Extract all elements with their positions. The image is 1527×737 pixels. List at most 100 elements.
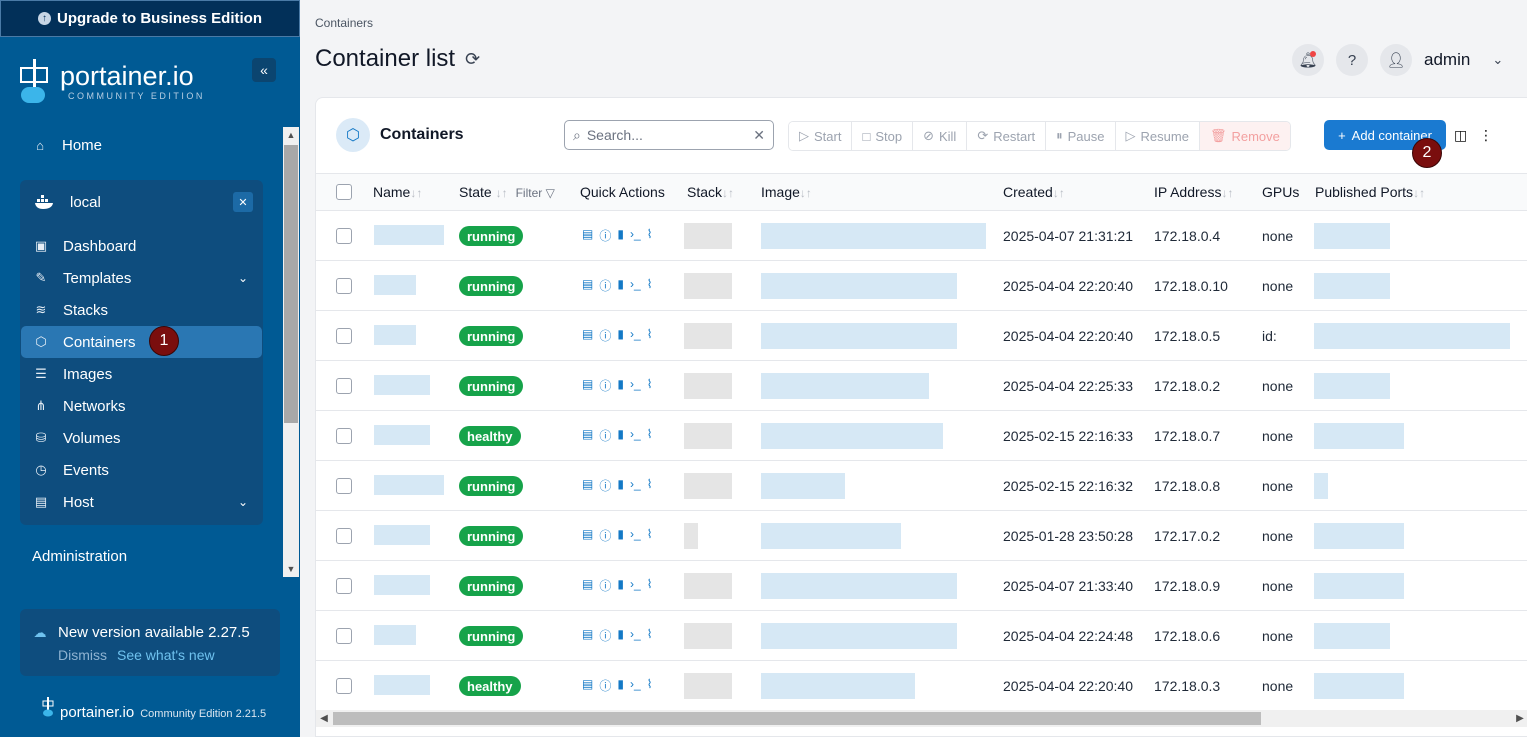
stack-value[interactable] [684,573,732,599]
published-ports-link[interactable] [1314,623,1390,649]
console-icon[interactable]: ›_ [630,227,641,244]
container-name-link[interactable] [374,575,430,595]
sidebar-item-dashboard[interactable]: ▣ Dashboard [21,230,262,262]
help-button[interactable]: ? [1336,44,1368,76]
attach-icon[interactable]: ⌇ [647,627,653,644]
logs-icon[interactable]: ▤ [582,227,593,244]
attach-icon[interactable]: ⌇ [647,527,653,544]
console-icon[interactable]: ›_ [630,477,641,494]
inspect-icon[interactable]: ⓘ [599,277,611,294]
inspect-icon[interactable]: ⓘ [599,627,611,644]
inspect-icon[interactable]: ⓘ [599,227,611,244]
clear-search-icon[interactable]: ✕ [753,127,765,144]
table-row[interactable]: running ▤ ⓘ ▮ ›_ ⌇ 2025-04-04 22:20:40 172.18.0… [316,311,1527,361]
stack-value[interactable] [684,523,698,549]
console-icon[interactable]: ›_ [630,677,641,694]
select-all-checkbox[interactable] [336,184,352,200]
row-checkbox[interactable] [336,328,352,344]
row-checkbox[interactable] [336,278,352,294]
logs-icon[interactable]: ▤ [582,577,593,594]
stack-value[interactable] [684,473,732,499]
column-state[interactable]: State ↓↑ Filter ▽ [459,184,555,200]
console-icon[interactable]: ›_ [630,527,641,544]
column-name[interactable]: Name↓↑ [373,184,422,200]
console-icon[interactable]: ›_ [630,327,641,344]
table-row[interactable]: healthy ▤ ⓘ ▮ ›_ ⌇ 2025-04-04 22:20:40 172.18.0… [316,661,1527,711]
sidebar-item-events[interactable]: ◷ Events [21,454,262,486]
columns-icon[interactable]: ◫ [1454,127,1467,144]
inspect-icon[interactable]: ⓘ [599,677,611,694]
attach-icon[interactable]: ⌇ [647,427,653,444]
logs-icon[interactable]: ▤ [582,677,593,694]
more-options-icon[interactable]: ⋮ [1479,127,1493,144]
stop-button[interactable]: □ Stop [852,122,914,150]
column-created[interactable]: Created↓↑ [1003,184,1065,200]
inspect-icon[interactable]: ⓘ [599,327,611,344]
kill-button[interactable]: ⊘ Kill [913,122,968,150]
username[interactable]: admin [1424,50,1470,70]
console-icon[interactable]: ›_ [630,277,641,294]
stats-icon[interactable]: ▮ [617,277,624,294]
stack-value[interactable] [684,423,732,449]
stats-icon[interactable]: ▮ [617,427,624,444]
image-value[interactable] [761,523,901,549]
table-row[interactable]: running ▤ ⓘ ▮ ›_ ⌇ 2025-04-04 22:25:33 172.18.0… [316,361,1527,411]
resume-button[interactable]: ▷ Resume [1115,122,1200,150]
row-checkbox[interactable] [336,678,352,694]
table-row[interactable]: running ▤ ⓘ ▮ ›_ ⌇ 2025-04-04 22:20:40 172.18.0… [316,261,1527,311]
whats-new-link[interactable]: See what's new [117,647,215,663]
sidebar-item-images[interactable]: ☰ Images [21,358,262,390]
row-checkbox[interactable] [336,478,352,494]
table-row[interactable]: running ▤ ⓘ ▮ ›_ ⌇ 2025-04-04 22:24:48 172.18.0… [316,611,1527,661]
published-ports-link[interactable] [1314,373,1390,399]
stats-icon[interactable]: ▮ [617,227,624,244]
start-button[interactable]: ▷ Start [789,122,853,150]
pause-button[interactable]: ⏸︎ Pause [1046,122,1116,150]
image-value[interactable] [761,623,957,649]
stack-value[interactable] [684,273,732,299]
container-name-link[interactable] [374,475,444,495]
published-ports-link[interactable] [1314,523,1404,549]
sidebar-item-volumes[interactable]: ⛁ Volumes [21,422,262,454]
image-value[interactable] [761,373,929,399]
published-ports-link[interactable] [1314,223,1390,249]
chevron-down-icon[interactable]: ⌄ [1492,52,1503,68]
sidebar-item-templates[interactable]: ✎ Templates ⌄ [21,262,262,294]
sidebar-item-host[interactable]: ▤ Host ⌄ [21,486,262,518]
remove-button[interactable]: 🗑︎ Remove [1199,122,1290,150]
stack-value[interactable] [684,673,732,699]
logs-icon[interactable]: ▤ [582,377,593,394]
column-image[interactable]: Image↓↑ [761,184,812,200]
published-ports-link[interactable] [1314,323,1510,349]
collapse-sidebar-button[interactable]: « [252,58,276,82]
sidebar-item-stacks[interactable]: ≋ Stacks [21,294,262,326]
stack-value[interactable] [684,373,732,399]
image-value[interactable] [761,673,915,699]
logs-icon[interactable]: ▤ [582,527,593,544]
scroll-down-icon[interactable]: ▼ [283,561,299,577]
scroll-right-icon[interactable]: ▶ [1512,710,1527,727]
column-published-ports[interactable]: Published Ports↓↑ [1315,184,1425,200]
sidebar-scrollbar[interactable]: ▲ ▼ [283,127,299,577]
inspect-icon[interactable]: ⓘ [599,427,611,444]
container-name-link[interactable] [374,525,430,545]
row-checkbox[interactable] [336,628,352,644]
table-row[interactable]: running ▤ ⓘ ▮ ›_ ⌇ 2025-04-07 21:31:21 172.18.0… [316,211,1527,261]
stats-icon[interactable]: ▮ [617,377,624,394]
image-value[interactable] [761,473,845,499]
stats-icon[interactable]: ▮ [617,577,624,594]
attach-icon[interactable]: ⌇ [647,277,653,294]
breadcrumb[interactable]: Containers [315,16,373,30]
sidebar-item-home[interactable]: ⌂ Home [20,130,262,160]
console-icon[interactable]: ›_ [630,377,641,394]
row-checkbox[interactable] [336,428,352,444]
inspect-icon[interactable]: ⓘ [599,377,611,394]
restart-button[interactable]: ⟳ Restart [967,122,1047,150]
scrollbar-thumb[interactable] [284,145,298,423]
scroll-up-icon[interactable]: ▲ [283,127,299,143]
dismiss-link[interactable]: Dismiss [58,647,107,663]
stats-icon[interactable]: ▮ [617,677,624,694]
published-ports-link[interactable] [1314,673,1404,699]
stats-icon[interactable]: ▮ [617,327,624,344]
stack-value[interactable] [684,323,732,349]
